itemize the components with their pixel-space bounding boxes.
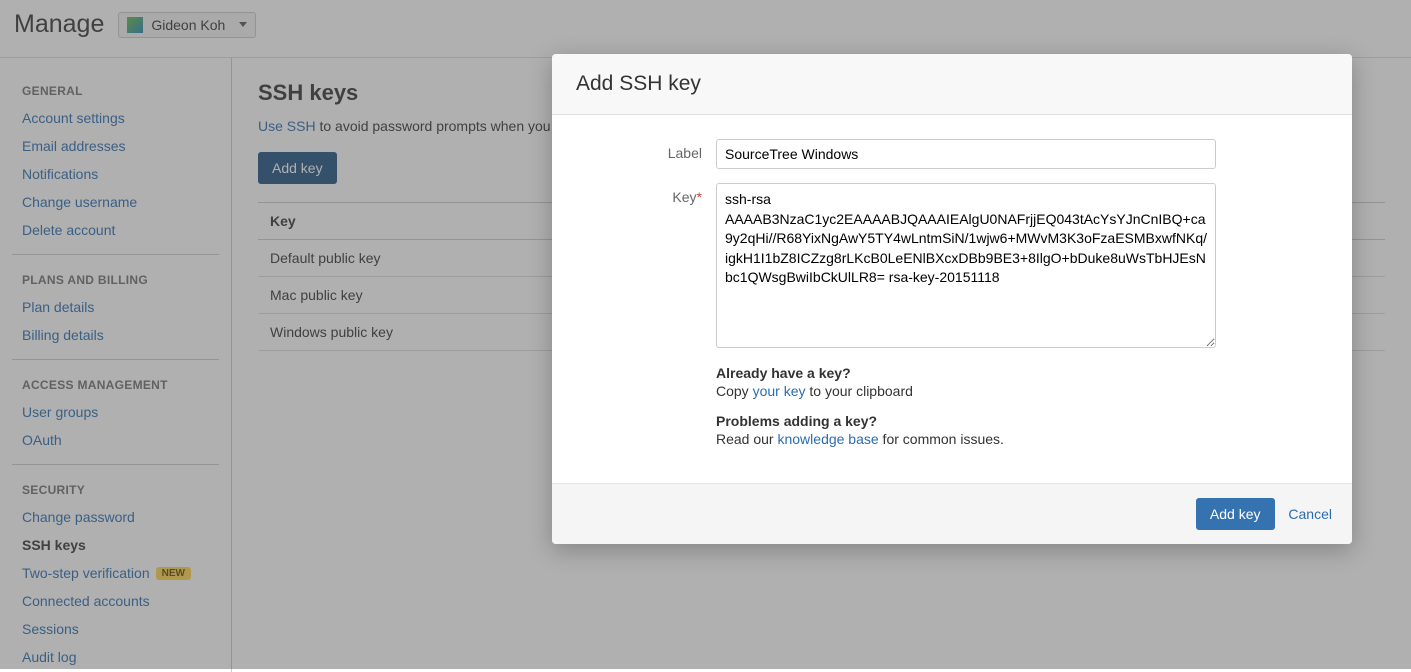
modal-add-key-button[interactable]: Add key — [1196, 498, 1275, 530]
help-read-suffix: for common issues. — [879, 431, 1004, 447]
help-problems-title: Problems adding a key? — [716, 413, 877, 429]
key-label-text: Key — [672, 189, 696, 205]
ssh-label-input[interactable] — [716, 139, 1216, 169]
knowledge-base-link[interactable]: knowledge base — [777, 431, 878, 447]
modal-cancel-button[interactable]: Cancel — [1288, 506, 1332, 522]
modal-title: Add SSH key — [576, 72, 1328, 96]
label-field-label: Label — [576, 139, 716, 169]
help-read-prefix: Read our — [716, 431, 777, 447]
add-ssh-key-modal: Add SSH key Label Key* Already have a ke… — [552, 54, 1352, 544]
your-key-link[interactable]: your key — [753, 383, 806, 399]
required-asterisk: * — [697, 189, 702, 205]
help-already-have-key-title: Already have a key? — [716, 365, 851, 381]
help-copy-prefix: Copy — [716, 383, 753, 399]
ssh-key-textarea[interactable] — [716, 183, 1216, 348]
help-copy-suffix: to your clipboard — [806, 383, 913, 399]
key-field-label: Key* — [576, 183, 716, 351]
